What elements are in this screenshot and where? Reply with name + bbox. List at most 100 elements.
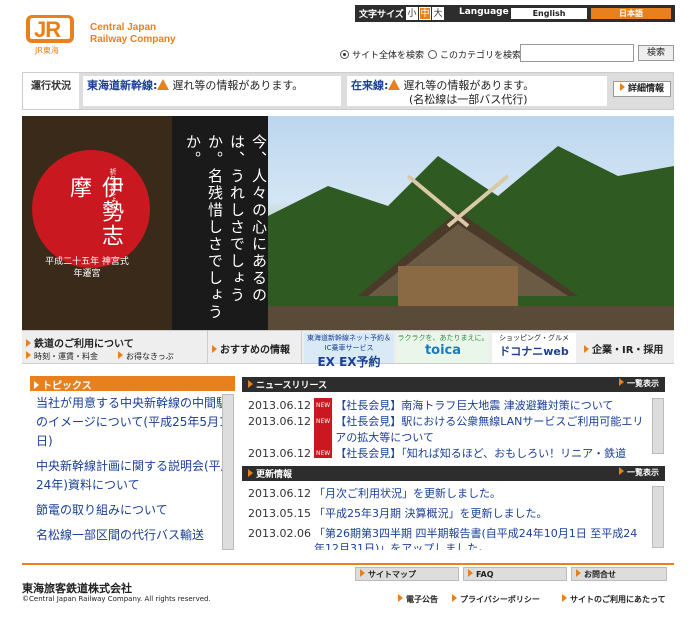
language-japanese-button[interactable]: 日本語 [591, 8, 671, 19]
font-size-large-button[interactable]: 大 [432, 7, 444, 20]
font-size-small-button[interactable]: 小 [406, 7, 418, 20]
banner-ex[interactable]: 東海道新幹線ネット予約＆IC乗車サービス EX EX予約 [304, 333, 394, 369]
new-badge: NEW [314, 446, 333, 458]
menu-corporate[interactable]: 企業・IR・採用 [580, 331, 674, 363]
arrow-right-icon [398, 594, 403, 602]
arrow-right-icon [360, 569, 365, 577]
footer-contact[interactable]: お問合せ [571, 567, 667, 581]
language-english-button[interactable]: English [511, 8, 587, 19]
company-name-line1: Central Japan [90, 22, 157, 33]
zairai-status-label: 在来線: [351, 79, 389, 92]
arrow-right-icon [212, 345, 217, 353]
banner-toica-main: toica [424, 343, 462, 358]
news-date: 2013.06.12 [248, 447, 311, 458]
footer-faq[interactable]: FAQ [463, 567, 567, 581]
topic-link[interactable]: 節電の取り組みについて [36, 503, 168, 517]
topics-scrollbar[interactable] [222, 394, 234, 550]
footer-sitemap-text: サイトマップ [368, 570, 416, 579]
updates-more-link[interactable]: 一覧表示 [619, 467, 659, 478]
topic-link[interactable]: 当社が用意する中央新幹線の中間駅のイメージについて(平成25年5月13日) [36, 396, 234, 448]
news-item[interactable]: 2013.06.12 NEW 【社長会見】南海トラフ巨大地震 津波避難対策について [248, 398, 644, 414]
shinkansen-status-label: 東海道新幹線: [87, 79, 158, 92]
banner-dokonani-sub: ショッピング・グルメ [499, 334, 569, 342]
search-scope-category[interactable]: このカテゴリを検索 [428, 48, 521, 61]
news-item[interactable]: 2013.06.12 NEW 【社長会見】「知れば知るほど、おもしろい！リニア・鉄道 [248, 446, 644, 458]
topic-item[interactable]: 名松線一部区間の代行バス輸送 [30, 526, 235, 545]
menu-deals[interactable]: お得なきっぷ [118, 351, 174, 362]
footer-e-notice-text: 電子公告 [406, 595, 438, 604]
update-date: 2013.05.15 [248, 507, 311, 520]
new-badge: NEW [314, 398, 333, 414]
updates-more-text: 一覧表示 [627, 468, 659, 477]
hero-campaign-panel: 祈りましょう。 伊勢志摩 平成二十五年 神宮式年遷宮 今、人々の心にあるのは、う… [22, 116, 268, 330]
arrow-right-icon [576, 569, 581, 577]
jr-central-logo[interactable]: JR JR東海 [26, 15, 81, 56]
logo-sub: JR東海 [35, 46, 59, 55]
footer-sitemap[interactable]: サイトマップ [355, 567, 459, 581]
topic-item[interactable]: 節電の取り組みについて [30, 501, 235, 520]
updates-scrollbar[interactable] [652, 486, 664, 548]
arrow-right-icon [118, 351, 123, 359]
news-link[interactable]: 【社長会見】「知れば知るほど、おもしろい！リニア・鉄道 [335, 446, 644, 458]
detail-info-button[interactable]: 詳細情報 [613, 81, 671, 97]
topic-item[interactable]: 中央新幹線計画に関する説明会(平成24年)資料について [30, 457, 235, 495]
zairai-status[interactable]: 在来線: 遅れ等の情報があります。 (名松線は一部バス代行) [347, 76, 607, 106]
arrow-right-icon [619, 378, 624, 386]
search-button[interactable]: 検索 [638, 45, 674, 61]
banner-toica[interactable]: ラクラクを、あたりまえに。 toica [397, 333, 489, 363]
updates-title: 更新情報 [256, 470, 293, 480]
news-more-link[interactable]: 一覧表示 [619, 378, 659, 389]
shinkansen-status-text: 遅れ等の情報があります。 [172, 79, 304, 92]
update-link[interactable]: 「第26期第3四半期 四半期報告書(自平成24年10月1日 至平成24年12月3… [314, 526, 644, 550]
banner-ex-sub: 東海道新幹線ネット予約＆IC乗車サービス [307, 334, 391, 352]
topics-title: トピックス [42, 381, 92, 392]
search-scope-all[interactable]: サイト全体を検索 [340, 48, 424, 61]
topic-link[interactable]: 中央新幹線計画に関する説明会(平成24年)資料について [36, 459, 233, 492]
hero-sengu: 平成二十五年 神宮式年遷宮 [45, 257, 129, 279]
main-menu: 鉄道のご利用について 時刻・運賃・料金 お得なきっぷ おすすめの情報 東海道新幹… [22, 330, 674, 369]
topic-link[interactable]: 名松線一部区間の代行バス輸送 [36, 528, 204, 542]
news-link[interactable]: 【社長会見】南海トラフ巨大地震 津波避難対策について [335, 398, 644, 414]
topic-item[interactable]: 当社が用意する中央新幹線の中間駅のイメージについて(平成25年5月13日) [30, 394, 235, 451]
shinkansen-status[interactable]: 東海道新幹線: 遅れ等の情報があります。 [83, 76, 341, 106]
language-label: Language [459, 7, 509, 17]
hero-poem: 今、人々の心にあるのは、うれしさでしょうか。名残惜しさでしょうか。 [184, 134, 268, 321]
footer-terms[interactable]: サイトのご利用にあたって [562, 594, 666, 605]
menu-recommend[interactable]: おすすめの情報 [208, 331, 302, 363]
footer-e-notice[interactable]: 電子公告 [398, 594, 438, 605]
menu-timetable[interactable]: 時刻・運賃・料金 [26, 351, 98, 362]
banner-dokonani[interactable]: ショッピング・グルメ ドコナニweb [492, 333, 576, 363]
hero-banner[interactable]: 祈りましょう。 伊勢志摩 平成二十五年 神宮式年遷宮 今、人々の心にあるのは、う… [22, 116, 674, 330]
update-link[interactable]: 「月次ご利用状況」を更新しました。 [314, 486, 644, 501]
arrow-right-icon [468, 569, 473, 577]
radio-selected-icon [340, 50, 349, 59]
footer-contact-text: お問合せ [584, 570, 616, 579]
arrow-right-icon [26, 351, 31, 359]
news-scrollbar[interactable] [652, 398, 664, 454]
hero-title: 伊勢志摩 [66, 176, 123, 248]
update-item[interactable]: 2013.06.12 「月次ご利用状況」を更新しました。 [248, 486, 644, 501]
update-item[interactable]: 2013.02.06 「第26期第3四半期 四半期報告書(自平成24年10月1日 … [248, 526, 644, 550]
operation-status-bar: 運行状況 東海道新幹線: 遅れ等の情報があります。 在来線: 遅れ等の情報があります… [22, 72, 674, 110]
update-link[interactable]: 「平成25年3月期 決算概況」を更新しました。 [314, 506, 644, 521]
news-header: ニュースリリース 一覧表示 [242, 377, 665, 392]
menu-recommend-text: おすすめの情報 [220, 345, 290, 356]
arrow-right-icon [619, 467, 624, 475]
news-date: 2013.06.12 [248, 415, 311, 428]
update-date: 2013.06.12 [248, 487, 311, 500]
update-item[interactable]: 2013.05.15 「平成25年3月期 決算概況」を更新しました。 [248, 506, 644, 521]
footer-privacy-text: プライバシーポリシー [460, 595, 540, 604]
shrine-photo [268, 116, 674, 330]
footer-privacy[interactable]: プライバシーポリシー [452, 594, 540, 605]
utility-bar: 文字サイズ 小 中 大 Language English 日本語 [355, 5, 675, 22]
company-name-line2: Railway Company [90, 34, 176, 45]
menu-railway[interactable]: 鉄道のご利用について 時刻・運賃・料金 お得なきっぷ [22, 331, 208, 363]
detail-info-label: 詳細情報 [627, 84, 664, 94]
search-input[interactable] [520, 44, 634, 62]
font-size-medium-button[interactable]: 中 [419, 7, 431, 20]
arrow-right-icon [26, 339, 31, 347]
warning-icon [157, 79, 170, 90]
news-link[interactable]: 【社長会見】駅における公衆無線LANサービスご利用可能エリアの拡大等について [335, 414, 644, 446]
news-item[interactable]: 2013.06.12 NEW 【社長会見】駅における公衆無線LANサービスご利用可能… [248, 414, 644, 446]
new-badge: NEW [314, 414, 333, 446]
